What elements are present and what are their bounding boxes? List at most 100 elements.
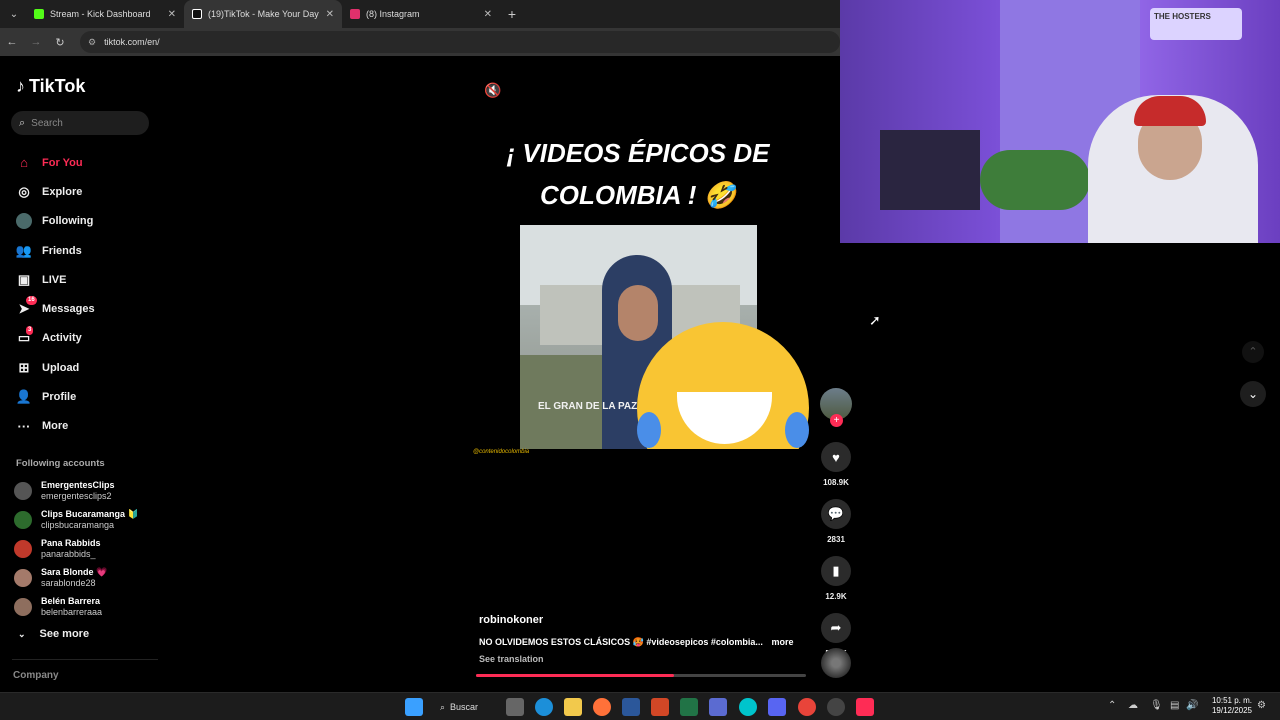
account-name: Clips Bucaramanga 🔰 <box>41 508 139 519</box>
word-icon[interactable] <box>622 698 640 716</box>
video-actions: + ♥ 108.9K 💬 2831 ▮ 12.9K ➦ 53.3K <box>818 388 854 658</box>
like-button[interactable]: ♥ 108.9K <box>818 442 854 487</box>
nav-following[interactable]: Following <box>16 207 156 236</box>
tiktok-note-icon: ♪ <box>16 76 25 96</box>
tab-label: Stream - Kick Dashboard <box>50 9 151 19</box>
nav-more[interactable]: ··· More <box>16 412 156 441</box>
file-explorer-icon[interactable] <box>564 698 582 716</box>
nav-upload[interactable]: ⊞ Upload <box>16 353 156 382</box>
firefox-icon[interactable] <box>593 698 611 716</box>
taskbar-search-label: Buscar <box>450 702 479 712</box>
nav-live[interactable]: ▣ LIVE <box>16 265 156 294</box>
task-view-icon[interactable] <box>506 698 524 716</box>
nav-label: LIVE <box>42 273 67 286</box>
nav-friends[interactable]: 👥 Friends <box>16 236 156 265</box>
discord-icon[interactable] <box>768 698 786 716</box>
powerpoint-icon[interactable] <box>651 698 669 716</box>
search-input[interactable]: ⌕ Search <box>11 111 149 135</box>
following-account[interactable]: Pana Rabbids panarabbids_ <box>14 534 154 563</box>
follow-plus-icon[interactable]: + <box>830 414 843 427</box>
progress-fill <box>476 674 674 677</box>
obs-icon[interactable] <box>827 698 845 716</box>
caption-more-button[interactable]: more <box>771 637 793 647</box>
heart-icon: ♥ <box>821 442 851 472</box>
forward-icon[interactable]: → <box>24 36 48 48</box>
nav-activity[interactable]: ▭ 3 Activity <box>16 324 156 353</box>
reload-icon[interactable]: ↻ <box>48 36 72 49</box>
back-icon[interactable]: ← <box>0 36 24 48</box>
search-icon: ⌕ <box>440 701 446 712</box>
following-account[interactable]: EmergentesClips emergentesclips2 <box>14 476 154 505</box>
emoji-tear <box>785 412 809 448</box>
close-icon[interactable]: ✕ <box>168 9 176 20</box>
canva-icon[interactable] <box>739 698 757 716</box>
video-progress-bar[interactable] <box>476 674 806 677</box>
account-name: EmergentesClips <box>41 479 115 490</box>
following-account[interactable]: Clips Bucaramanga 🔰 clipsbucaramanga <box>14 505 154 534</box>
tab-tiktok[interactable]: (19)TikTok - Make Your Day ✕ <box>184 0 342 28</box>
following-account[interactable]: Belén Barrera belenbarreraaa <box>14 592 154 621</box>
upload-icon: ⊞ <box>18 359 30 375</box>
notifications-icon[interactable]: ⚙ <box>1257 700 1266 711</box>
tiktok-logo[interactable]: ♪ TikTok <box>16 76 85 97</box>
previous-video-button[interactable]: ⌃ <box>1242 341 1264 363</box>
tab-label: (19)TikTok - Make Your Day <box>208 9 319 19</box>
avatar <box>14 481 32 500</box>
tab-instagram[interactable]: (8) Instagram ✕ <box>342 0 500 28</box>
next-video-button[interactable]: ⌄ <box>1240 381 1266 407</box>
tab-kick[interactable]: Stream - Kick Dashboard ✕ <box>26 0 184 28</box>
video-watermark: @contenidocolombia <box>473 449 530 455</box>
video-author[interactable]: robinokoner <box>479 614 543 626</box>
account-name: Sara Blonde 💗 <box>41 566 108 577</box>
following-account[interactable]: Sara Blonde 💗 sarablonde28 <box>14 563 154 592</box>
messages-badge: 16 <box>26 296 37 306</box>
avatar <box>14 597 32 616</box>
close-icon[interactable]: ✕ <box>484 9 492 20</box>
creator-avatar[interactable]: + <box>820 388 852 427</box>
windows-start-icon[interactable] <box>405 698 423 716</box>
tray-chevron-icon[interactable]: ⌃ <box>1108 700 1116 711</box>
sign-text: THE HOSTERS <box>1154 12 1211 21</box>
nav-for-you[interactable]: ⌂ For You <box>16 148 156 177</box>
search-placeholder: Search <box>31 117 63 129</box>
system-clock[interactable]: 10:51 p. m. 19/12/2025 <box>1200 696 1252 716</box>
volume-icon[interactable]: 🔊 <box>1186 700 1198 711</box>
microphone-icon[interactable]: 🎙 <box>1150 700 1163 711</box>
nav-label: More <box>42 420 69 433</box>
nav-label: Friends <box>42 244 82 257</box>
tiktok-app-icon[interactable] <box>856 698 874 716</box>
music-disc-icon[interactable] <box>821 648 851 678</box>
new-tab-button[interactable]: + <box>500 6 524 22</box>
network-icon[interactable]: ▤ <box>1170 700 1179 711</box>
nav-label: Following <box>42 215 94 228</box>
mute-icon[interactable]: 🔇 <box>484 82 501 99</box>
chrome-icon[interactable] <box>798 698 816 716</box>
taskbar-search[interactable]: ⌕ Buscar <box>440 698 478 716</box>
url-field[interactable]: ⚙ tiktok.com/en/ <box>80 31 840 53</box>
account-handle: emergentesclips2 <box>41 490 112 501</box>
edge-icon[interactable] <box>535 698 553 716</box>
see-more-button[interactable]: ⌄ See more <box>18 628 89 640</box>
browser-tab-bar: ⌄ Stream - Kick Dashboard ✕ (19)TikTok -… <box>0 0 840 28</box>
nav-label: Activity <box>42 332 82 345</box>
nav-label: Upload <box>42 361 80 374</box>
site-info-icon[interactable]: ⚙ <box>88 37 96 48</box>
nav-profile[interactable]: 👤 Profile <box>16 382 156 411</box>
comment-button[interactable]: 💬 2831 <box>818 499 854 544</box>
nav-label: Messages <box>42 303 95 316</box>
app-icon[interactable] <box>709 698 727 716</box>
avatar <box>14 510 32 529</box>
nav-explore[interactable]: ◎ Explore <box>16 177 156 206</box>
caption-text: NO OLVIDEMOS ESTOS CLÁSICOS 🥵 #videosepi… <box>479 637 763 647</box>
company-link[interactable]: Company <box>13 670 59 681</box>
see-translation-button[interactable]: See translation <box>479 654 544 664</box>
excel-icon[interactable] <box>680 698 698 716</box>
tab-search-button[interactable]: ⌄ <box>2 3 26 25</box>
save-button[interactable]: ▮ 12.9K <box>818 556 854 601</box>
nav-messages[interactable]: ➤ 16 Messages <box>16 294 156 323</box>
compass-icon: ◎ <box>18 183 30 199</box>
home-icon: ⌂ <box>20 155 28 171</box>
onedrive-icon[interactable]: ☁ <box>1128 700 1138 711</box>
avatar <box>14 539 32 558</box>
close-icon[interactable]: ✕ <box>326 9 334 20</box>
